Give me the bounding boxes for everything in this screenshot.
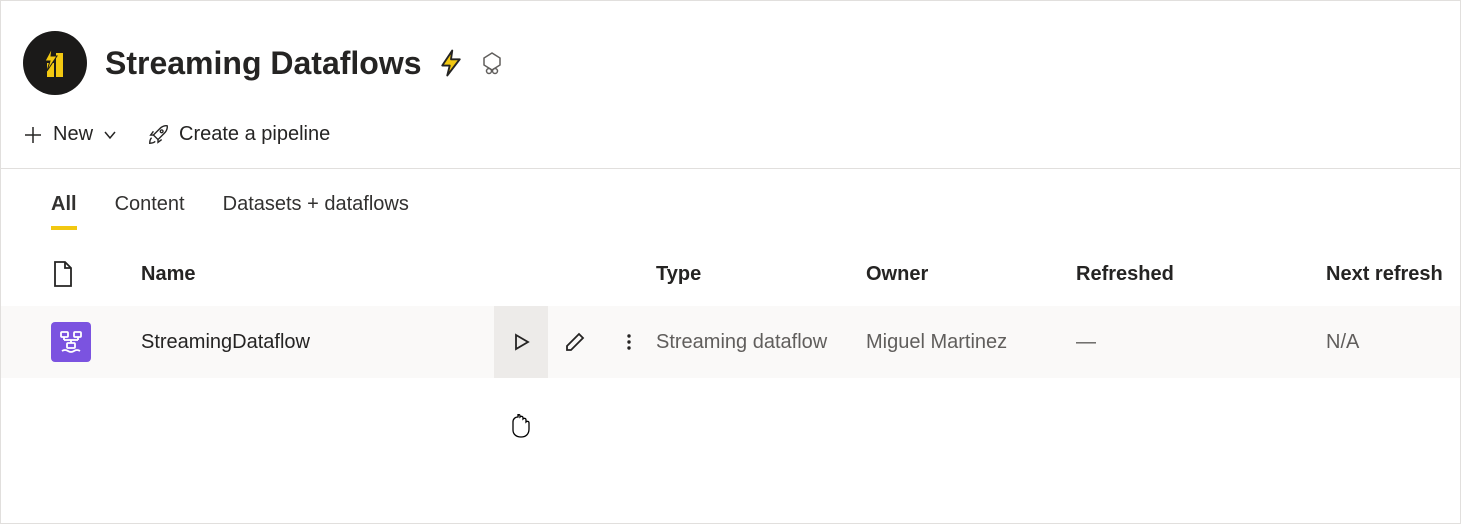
tab-content[interactable]: Content: [115, 193, 185, 230]
streaming-dataflow-icon: [51, 322, 91, 362]
lightning-icon: [436, 48, 466, 78]
column-header-refreshed[interactable]: Refreshed: [1076, 263, 1326, 286]
table-header: Name Type Owner Refreshed Next refresh: [1, 260, 1460, 306]
items-table: Name Type Owner Refreshed Next refresh: [1, 260, 1460, 378]
tab-all[interactable]: All: [51, 193, 77, 230]
toolbar: New Create a pipeline: [1, 111, 1460, 169]
new-button-label: New: [53, 123, 93, 146]
more-options-button[interactable]: [602, 306, 656, 378]
chevron-down-icon: [103, 128, 117, 142]
play-icon: [511, 332, 531, 352]
new-button[interactable]: New: [23, 123, 117, 146]
column-header-next-refresh[interactable]: Next refresh: [1326, 263, 1460, 286]
plus-icon: [23, 125, 43, 145]
row-type-icon-cell: [51, 322, 141, 362]
create-pipeline-button[interactable]: Create a pipeline: [147, 123, 330, 146]
rocket-icon: [147, 124, 169, 146]
cursor-icon: [510, 413, 532, 444]
pencil-icon: [564, 331, 586, 353]
row-name[interactable]: StreamingDataflow: [141, 331, 480, 354]
workspace-chart-icon: [37, 45, 73, 81]
column-header-owner[interactable]: Owner: [866, 263, 1076, 286]
workspace-title: Streaming Dataflows: [105, 45, 422, 82]
content-area: Name Type Owner Refreshed Next refresh: [1, 230, 1460, 378]
tab-datasets-dataflows[interactable]: Datasets + dataflows: [223, 193, 409, 230]
workspace-title-row: Streaming Dataflows: [105, 45, 504, 82]
row-actions: [494, 306, 656, 378]
premium-icon: [480, 51, 504, 75]
edit-button[interactable]: [548, 306, 602, 378]
row-refreshed: —: [1076, 331, 1326, 354]
row-type: Streaming dataflow: [656, 331, 866, 354]
table-row[interactable]: StreamingDataflow: [1, 306, 1460, 378]
more-vertical-icon: [619, 332, 639, 352]
row-owner: Miguel Martinez: [866, 331, 1076, 354]
workspace-avatar: [23, 31, 87, 95]
workspace-header: Streaming Dataflows: [1, 1, 1460, 111]
document-icon: [51, 260, 75, 288]
column-header-name[interactable]: Name: [141, 263, 656, 286]
tabs: All Content Datasets + dataflows: [1, 169, 1460, 230]
row-name-cell: StreamingDataflow: [141, 306, 656, 378]
column-header-type[interactable]: Type: [656, 263, 866, 286]
play-button[interactable]: [494, 306, 548, 378]
row-next-refresh: N/A: [1326, 331, 1460, 354]
column-header-icon[interactable]: [51, 260, 141, 288]
create-pipeline-label: Create a pipeline: [179, 123, 330, 146]
